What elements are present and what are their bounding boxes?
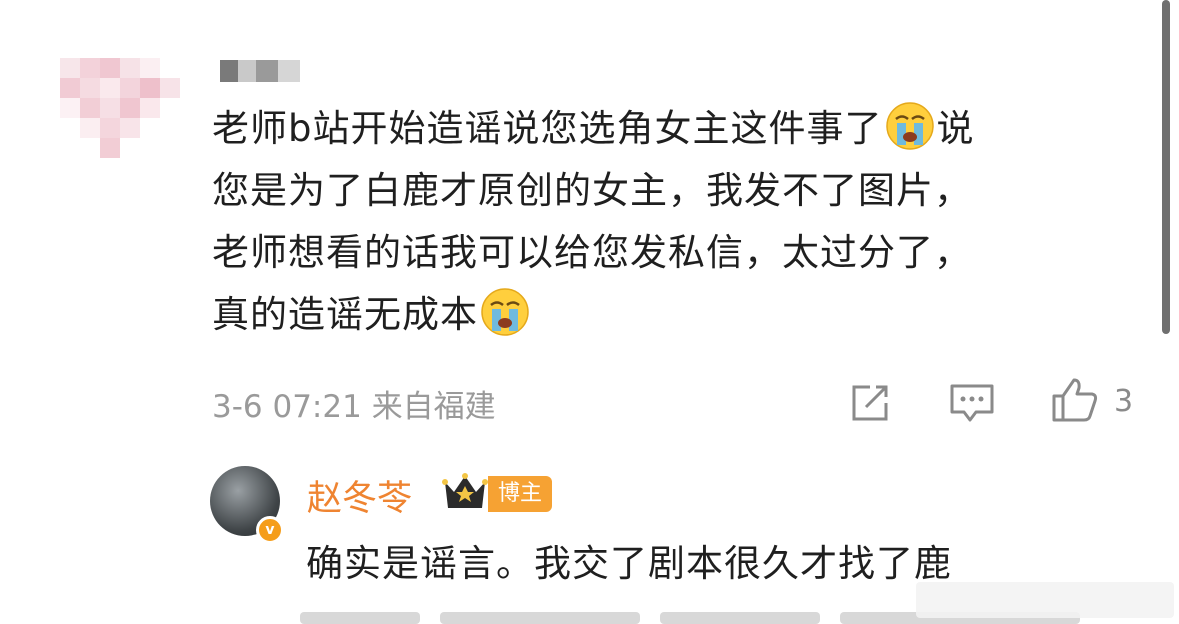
comment-text-5: 真的造谣无成本 <box>212 293 478 336</box>
host-badge: 博主 <box>488 476 553 512</box>
comment-text-4: 老师想看的话我可以给您发私信，太过分了， <box>212 231 972 274</box>
comment-body: 老师b站开始造谣说您选角女主这件事了 说 您是为了白鹿才原创的女主，我发不了图片… <box>212 98 1142 346</box>
comment-meta: 3-6 07:21 来自福建 <box>212 381 496 426</box>
comment-text-1: 老师b站开始造谣说您选角女主这件事了 <box>212 107 883 150</box>
crown-icon <box>442 473 488 508</box>
commenter-avatar[interactable] <box>60 58 184 158</box>
like-count: 3 <box>1114 384 1134 419</box>
comment-location: 来自福建 <box>371 389 496 425</box>
comment-icon[interactable] <box>948 380 996 424</box>
comment-text-2: 说 <box>936 107 975 150</box>
verified-badge-icon: v <box>256 516 284 544</box>
crying-face-icon <box>885 102 934 150</box>
commenter-name-blurred <box>220 60 300 82</box>
watermark <box>916 582 1174 618</box>
reply-author-name[interactable]: 赵冬苓 <box>307 470 412 521</box>
comment-timestamp: 3-6 07:21 <box>212 389 362 425</box>
share-icon[interactable] <box>848 381 892 425</box>
crying-face-icon <box>481 288 529 336</box>
like-icon[interactable] <box>1050 376 1100 424</box>
scrollbar[interactable] <box>1162 0 1170 334</box>
comment-text-3: 您是为了白鹿才原创的女主，我发不了图片， <box>212 169 972 212</box>
